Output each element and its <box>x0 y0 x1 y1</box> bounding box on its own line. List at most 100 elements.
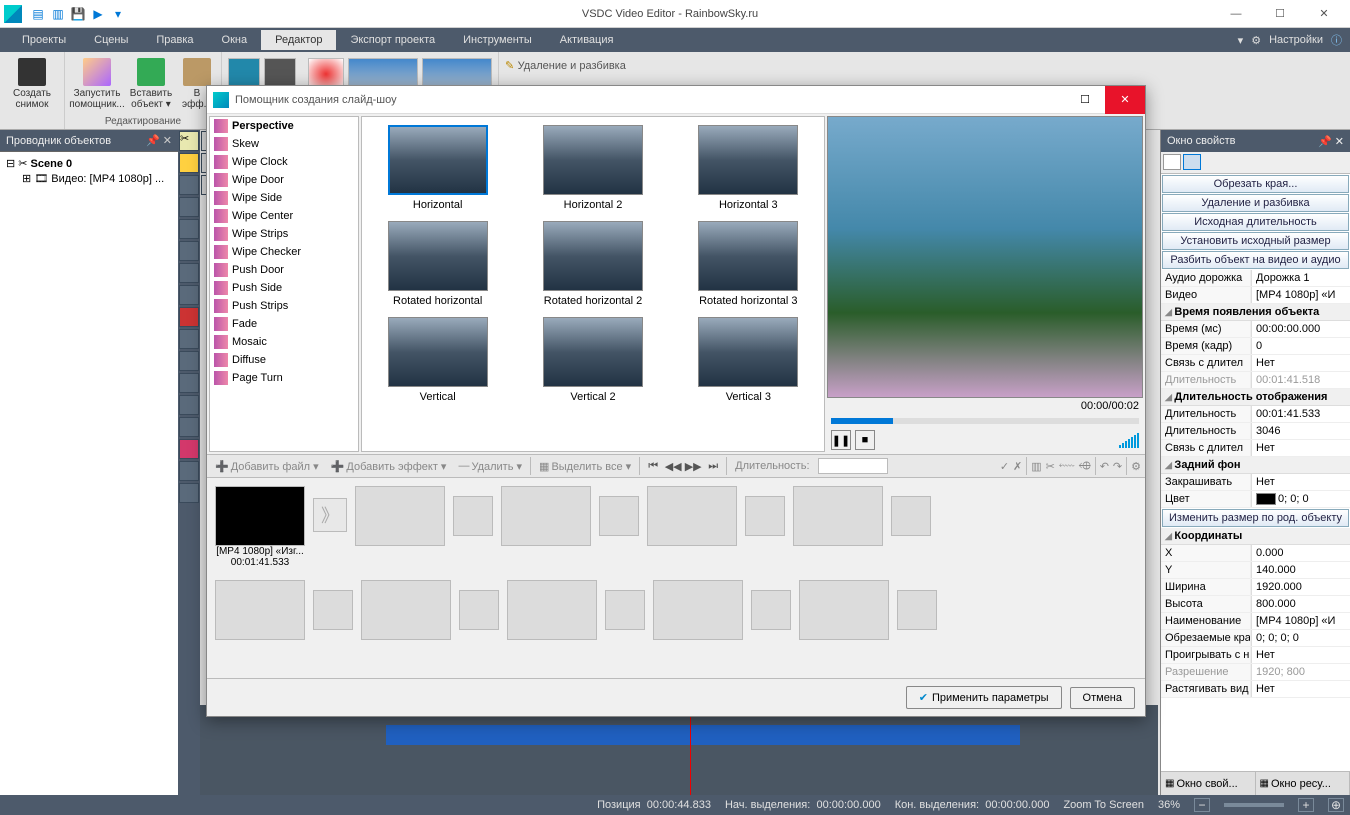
tab-properties[interactable]: ▦ Окно свой... <box>1161 772 1256 795</box>
cancel-button[interactable]: Отмена <box>1070 687 1135 709</box>
transition-category-item[interactable]: Wipe Center <box>210 207 358 225</box>
transition-category-item[interactable]: Wipe Door <box>210 171 358 189</box>
transition-category-list[interactable]: PerspectiveSkewWipe ClockWipe DoorWipe S… <box>209 116 359 452</box>
empty-clip-slot[interactable] <box>799 580 889 640</box>
transition-thumbnail[interactable]: Vertical <box>370 317 505 403</box>
tool-person-icon[interactable] <box>179 417 199 437</box>
empty-transition-slot[interactable] <box>897 590 937 630</box>
tool-brush-icon[interactable] <box>179 373 199 393</box>
tool-counter-icon[interactable] <box>179 351 199 371</box>
audio-icon[interactable] <box>264 58 296 86</box>
slot-clip[interactable] <box>215 486 305 546</box>
tool-line-icon[interactable] <box>179 219 199 239</box>
tool-ellipse-icon[interactable] <box>179 197 199 217</box>
prop-row[interactable]: Длительность00:01:41.518 <box>1161 372 1350 389</box>
tool-check-icon[interactable]: ✓ <box>1000 460 1009 473</box>
empty-clip-slot[interactable] <box>653 580 743 640</box>
transition-category-item[interactable]: Fade <box>210 315 358 333</box>
empty-transition-slot[interactable] <box>453 496 493 536</box>
nav-next-icon[interactable]: ▶▶ <box>684 460 702 473</box>
create-snapshot-button[interactable]: Создать снимок <box>6 54 58 110</box>
empty-transition-slot[interactable] <box>313 590 353 630</box>
minimize-button[interactable]: — <box>1214 0 1258 28</box>
empty-clip-slot[interactable] <box>355 486 445 546</box>
prop-row[interactable]: Y140.000 <box>1161 562 1350 579</box>
zoom-in-button[interactable]: + <box>1298 798 1314 812</box>
prop-btn-split[interactable]: Удаление и разбивка <box>1162 194 1349 212</box>
prop-group[interactable]: Время появления объекта <box>1161 304 1350 321</box>
tool-cut-icon[interactable]: ✂ <box>1046 460 1055 473</box>
insert-object-button[interactable]: Вставить объект ▾ <box>125 54 177 110</box>
prop-row[interactable]: Ширина1920.000 <box>1161 579 1350 596</box>
transition-category-item[interactable]: Wipe Checker <box>210 243 358 261</box>
tool-x-icon[interactable]: ✗ <box>1013 460 1022 473</box>
prop-group[interactable]: Длительность отображения <box>1161 389 1350 406</box>
transition-thumbnail[interactable]: Vertical 2 <box>525 317 660 403</box>
transition-arrow-icon[interactable]: 》 <box>313 498 347 532</box>
transition-thumbnail[interactable]: Horizontal 3 <box>681 125 816 211</box>
prop-btn-resize[interactable]: Изменить размер по род. объекту <box>1162 509 1349 527</box>
settings-label[interactable]: Настройки <box>1269 34 1323 46</box>
tool-t-icon[interactable] <box>179 329 199 349</box>
tree-scene-node[interactable]: ⊟ ✂ Scene 0 <box>4 156 174 171</box>
prop-row[interactable]: Высота800.000 <box>1161 596 1350 613</box>
qat-save-icon[interactable]: 💾 <box>70 6 86 22</box>
tab-resources[interactable]: ▦ Окно ресу... <box>1256 772 1350 795</box>
tool-tooltip-icon[interactable] <box>179 263 199 283</box>
zoom-slider[interactable] <box>1224 803 1284 807</box>
properties-list[interactable]: Обрезать края... Удаление и разбивка Исх… <box>1161 174 1350 771</box>
tool-gear-icon[interactable]: ⚙ <box>1131 460 1141 473</box>
tool-sub-icon[interactable] <box>179 307 199 327</box>
transition-category-item[interactable]: Wipe Side <box>210 189 358 207</box>
run-wizard-button[interactable]: Запустить помощник... <box>71 54 123 110</box>
tool-crop-icon[interactable]: ▥ <box>1031 460 1041 473</box>
tool-redo-icon[interactable]: ↷ <box>1113 460 1122 473</box>
transition-category-item[interactable]: Push Strips <box>210 297 358 315</box>
transition-category-item[interactable]: Diffuse <box>210 351 358 369</box>
transition-category-item[interactable]: Page Turn <box>210 369 358 387</box>
qat-open-icon[interactable]: ▥ <box>50 6 66 22</box>
menu-activation[interactable]: Активация <box>546 30 628 50</box>
tool-b-icon[interactable]: ⬲ <box>1079 460 1091 473</box>
empty-transition-slot[interactable] <box>599 496 639 536</box>
prop-row[interactable]: Время (кадр)0 <box>1161 338 1350 355</box>
prop-row[interactable]: Длительность00:01:41.533 <box>1161 406 1350 423</box>
zoom-mode[interactable]: Zoom To Screen <box>1063 799 1144 811</box>
help-icon[interactable]: ⓘ <box>1331 32 1342 48</box>
menu-scenes[interactable]: Сцены <box>80 30 142 50</box>
transition-thumbnail[interactable]: Vertical 3 <box>681 317 816 403</box>
volume-indicator[interactable] <box>1119 433 1139 448</box>
prop-row[interactable]: Видео[MP4 1080p] «И <box>1161 287 1350 304</box>
transition-grid[interactable]: HorizontalHorizontal 2Horizontal 3Rotate… <box>361 116 825 452</box>
transition-category-item[interactable]: Push Door <box>210 261 358 279</box>
prop-btn-splitav[interactable]: Разбить объект на видео и аудио <box>1162 251 1349 269</box>
empty-clip-slot[interactable] <box>647 486 737 546</box>
tool-cursor-icon[interactable] <box>179 153 199 173</box>
headphones-icon[interactable] <box>228 58 260 86</box>
menu-windows[interactable]: Окна <box>208 30 262 50</box>
nav-prev-icon[interactable]: ◀◀ <box>664 460 682 473</box>
timeline[interactable] <box>200 705 1158 795</box>
transition-category-item[interactable]: Skew <box>210 135 358 153</box>
duration-input[interactable] <box>818 458 888 474</box>
qat-new-icon[interactable]: ▤ <box>30 6 46 22</box>
zoom-out-button[interactable]: − <box>1194 798 1210 812</box>
settings-gear-icon[interactable]: ⚙ <box>1251 34 1261 47</box>
nav-first-icon[interactable]: ⏮ <box>644 460 662 473</box>
empty-clip-slot[interactable] <box>507 580 597 640</box>
pin-icon[interactable]: 📌 ✕ <box>146 134 172 147</box>
prop-row[interactable]: Проигрывать с нНет <box>1161 647 1350 664</box>
empty-clip-slot[interactable] <box>793 486 883 546</box>
apply-button[interactable]: ✔Применить параметры <box>906 686 1062 709</box>
tool-scissors-icon[interactable]: ✂ <box>179 131 199 151</box>
prop-row[interactable]: Длительность3046 <box>1161 423 1350 440</box>
transition-thumbnail[interactable]: Rotated horizontal <box>370 221 505 307</box>
menu-dropdown-icon[interactable]: ▾ <box>1238 34 1244 47</box>
prop-row[interactable]: Связь с длителНет <box>1161 440 1350 457</box>
menu-projects[interactable]: Проекты <box>8 30 80 50</box>
empty-transition-slot[interactable] <box>605 590 645 630</box>
transition-thumbnail[interactable]: Horizontal <box>370 125 505 211</box>
prop-row[interactable]: Растягивать видНет <box>1161 681 1350 698</box>
menu-edit[interactable]: Правка <box>142 30 207 50</box>
prop-row[interactable]: Связь с длителНет <box>1161 355 1350 372</box>
